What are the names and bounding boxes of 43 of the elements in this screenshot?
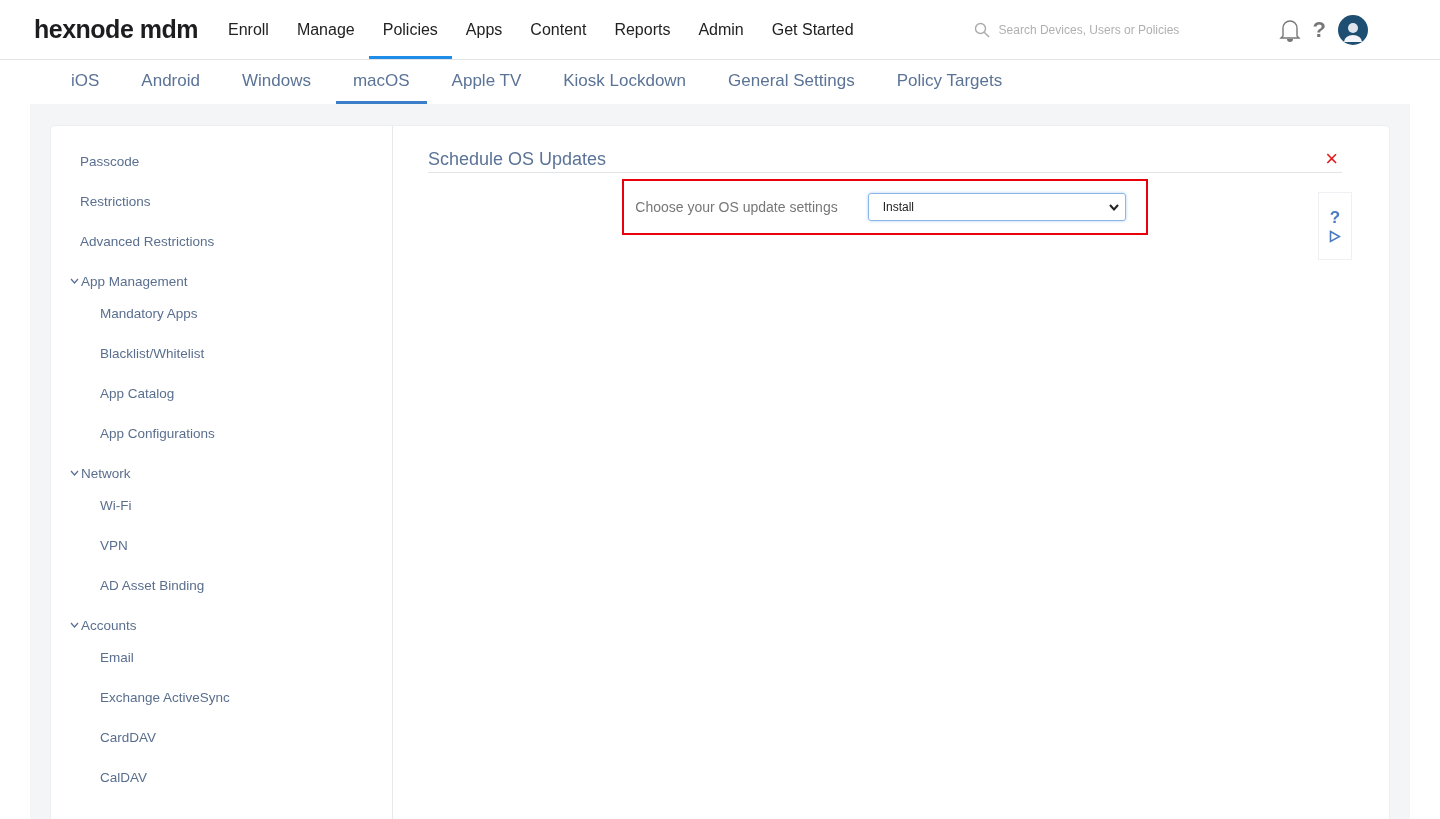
bell-icon[interactable] [1278,17,1301,42]
sidebar-item[interactable]: Advanced Restrictions [51,221,392,261]
sidebar-item[interactable]: CardDAV [51,717,392,757]
nav-tab[interactable]: Apps [451,0,517,59]
nav-tab[interactable]: Reports [600,0,685,59]
chevron-down-icon [70,622,79,628]
play-icon[interactable] [1329,230,1341,243]
platform-tab[interactable]: Apple TV [434,60,539,104]
sidebar-item[interactable]: App Catalog [51,373,392,413]
section-title: Schedule OS Updates [428,148,607,170]
sidebar-group-label[interactable]: App Management [81,273,188,289]
platform-tab[interactable]: Kiosk Lockdown [546,60,704,104]
update-select[interactable]: Install [867,193,1126,221]
sidebar-item[interactable]: App Configurations [51,413,392,453]
avatar-icon[interactable] [1338,14,1369,45]
search-icon [973,21,990,38]
close-button[interactable]: × [1321,148,1342,170]
sidebar-item[interactable]: Blacklist/Whitelist [51,333,392,373]
logo[interactable]: hexnode mdm [34,15,198,44]
sidebar-group-label[interactable]: Accounts [81,617,137,633]
platform-tab[interactable]: Policy Targets [879,60,1020,104]
platform-tab[interactable]: General Settings [711,60,872,104]
platform-tab[interactable]: Windows [224,60,328,104]
nav-tab[interactable]: Content [516,0,601,59]
sidebar-group-label[interactable]: Network [81,465,131,481]
sidebar-item[interactable]: AD Asset Binding [51,565,392,605]
chevron-down-icon [70,278,79,284]
nav-tab[interactable]: Admin [684,0,758,59]
sidebar-item[interactable]: Passcode [51,141,392,181]
platform-tab[interactable]: iOS [54,60,117,104]
chevron-down-icon [1108,203,1119,211]
field-label: Choose your OS update settings [635,199,838,215]
nav-tab[interactable]: Get Started [757,0,868,59]
chevron-down-icon [70,470,79,476]
help-icon[interactable]: ? [1329,209,1341,226]
nav-tab[interactable]: Enroll [214,0,283,59]
help-icon[interactable]: ? [1312,16,1327,43]
sidebar-item[interactable]: CalDAV [51,757,392,797]
sidebar-item[interactable]: Restrictions [51,181,392,221]
sidebar-item[interactable]: VPN [51,525,392,565]
platform-tab[interactable]: Android [124,60,217,104]
sidebar-item[interactable]: Exchange ActiveSync [51,677,392,717]
nav-tab[interactable]: Manage [282,0,369,59]
